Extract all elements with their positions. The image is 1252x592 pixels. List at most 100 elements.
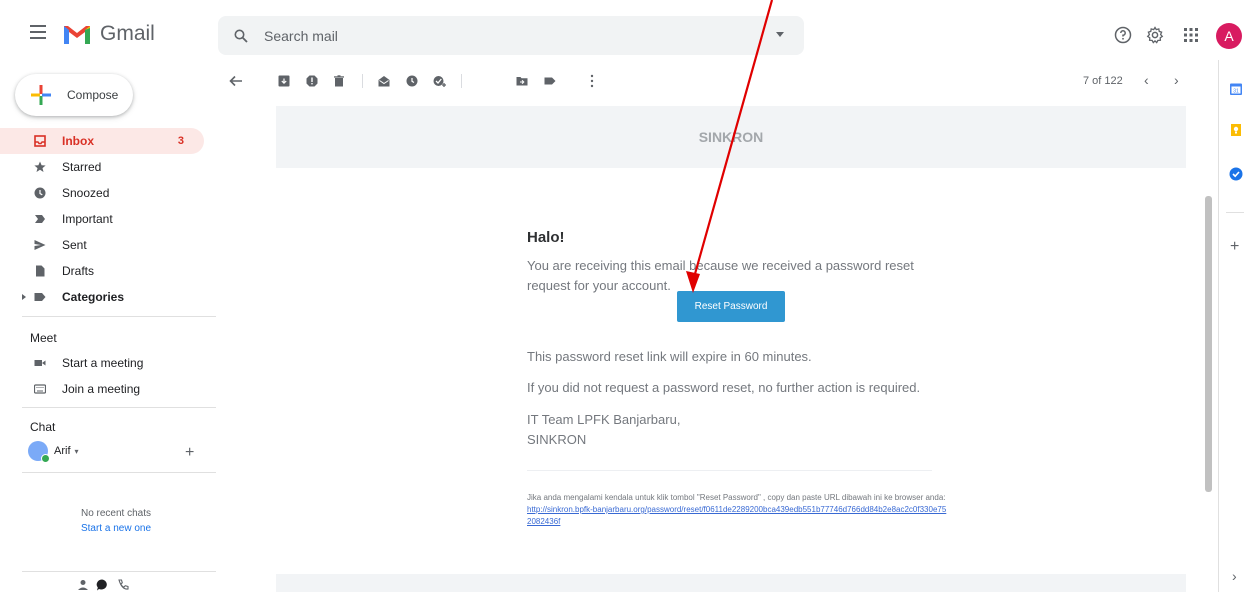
older-chevron-right-icon[interactable]: › (1174, 72, 1179, 88)
chat-user-avatar (28, 441, 50, 463)
email-greeting: Halo! (527, 229, 565, 246)
search-icon[interactable] (234, 29, 248, 43)
email-no-action-text: If you did not request a password reset,… (527, 380, 921, 395)
gmail-window: Gmail A Compose (0, 0, 1252, 592)
account-avatar[interactable]: A (1216, 23, 1242, 49)
chat-bubble-icon[interactable] (96, 579, 108, 591)
chat-section-title: Chat (30, 420, 56, 434)
archive-icon[interactable] (276, 73, 292, 89)
sidebar-item-label: Drafts (62, 264, 95, 278)
report-spam-icon[interactable] (304, 73, 320, 89)
sidebar-bottom-divider (22, 571, 216, 572)
no-recent-chats-text: No recent chats (80, 508, 152, 519)
sidebar-item-categories[interactable]: Categories (0, 284, 216, 310)
sidebar-nav: Inbox 3 Starred Snoozed Important Sent D… (0, 128, 216, 310)
email-expire-text: This password reset link will expire in … (527, 349, 812, 364)
send-icon (34, 240, 46, 250)
search-bar[interactable] (218, 16, 804, 55)
person-icon[interactable] (77, 579, 89, 591)
sidebar-divider (22, 407, 216, 408)
start-meeting-label: Start a meeting (62, 356, 144, 370)
more-options-icon[interactable] (584, 73, 600, 89)
app-name: Gmail (100, 22, 155, 45)
sidebar-item-starred[interactable]: Starred (0, 154, 216, 180)
clock-icon (34, 187, 46, 199)
compose-button[interactable]: Compose (15, 74, 133, 116)
sidebar-item-snoozed[interactable]: Snoozed (0, 180, 216, 206)
help-icon[interactable] (1114, 26, 1132, 44)
inbox-icon (34, 135, 46, 147)
settings-gear-icon[interactable] (1146, 26, 1164, 44)
get-addons-plus-icon[interactable]: + (1230, 238, 1239, 256)
keep-notes-icon[interactable] (1229, 123, 1243, 137)
apps-grid-icon[interactable] (1182, 26, 1200, 44)
star-icon (34, 161, 46, 172)
side-panel-separator (1226, 212, 1244, 213)
sidebar-divider (22, 472, 216, 473)
sidebar-item-label: Important (62, 212, 113, 226)
email-scrollbar-thumb[interactable] (1205, 196, 1212, 492)
sidebar-item-label: Starred (62, 160, 102, 174)
sidebar-item-label: Categories (62, 290, 125, 304)
calendar-icon[interactable]: 31 (1229, 82, 1243, 96)
toolbar-separator (362, 74, 363, 88)
side-panel (1218, 60, 1252, 592)
svg-text:31: 31 (1233, 89, 1239, 95)
main-menu-button[interactable] (30, 25, 46, 39)
move-to-folder-icon[interactable] (514, 73, 530, 89)
delete-trash-icon[interactable] (331, 73, 347, 89)
email-footer-banner (276, 574, 1186, 592)
start-meeting-item[interactable]: Start a meeting (0, 350, 216, 376)
newer-chevron-left-icon[interactable]: ‹ (1144, 72, 1149, 88)
sidebar-item-label: Sent (62, 238, 87, 252)
sidebar-divider (22, 316, 216, 317)
expand-caret-icon[interactable] (22, 294, 26, 300)
chat-user-name: Arif (54, 445, 71, 457)
email-separator (527, 470, 932, 471)
chevron-down-icon[interactable]: ▾ (75, 447, 79, 456)
sidebar-item-inbox[interactable]: Inbox 3 (0, 128, 204, 154)
video-camera-icon (34, 360, 46, 366)
reset-password-button[interactable]: Reset Password (677, 291, 785, 322)
draft-icon (36, 265, 45, 277)
sidebar-item-label: Snoozed (62, 186, 110, 200)
expand-side-panel-icon[interactable]: › (1232, 568, 1237, 584)
tasks-icon[interactable] (1229, 167, 1243, 181)
back-arrow-icon[interactable] (228, 73, 244, 89)
start-new-chat-link[interactable]: Start a new one (0, 523, 232, 534)
sidebar-item-sent[interactable]: Sent (0, 232, 216, 258)
sidebar-item-important[interactable]: Important (0, 206, 216, 232)
footnote-text: Jika anda mengalami kendala untuk klik t… (527, 493, 946, 502)
sidebar-item-label: Inbox (62, 134, 94, 148)
label-tag-icon[interactable] (542, 73, 558, 89)
email-message-body: SINKRON Halo! You are receiving this ema… (232, 100, 1202, 592)
join-meeting-label: Join a meeting (62, 382, 141, 396)
search-options-icon[interactable] (776, 32, 784, 37)
email-header-banner: SINKRON (276, 106, 1186, 168)
pagination-counter: 7 of 122 (1083, 75, 1123, 87)
chat-user-status[interactable]: Arif ▾ (28, 441, 79, 463)
join-meeting-item[interactable]: Join a meeting (0, 376, 216, 402)
gmail-m-icon (64, 26, 90, 44)
meet-section-title: Meet (30, 331, 57, 345)
gmail-logo[interactable]: Gmail (62, 22, 155, 46)
email-signature-line2: SINKRON (527, 432, 587, 447)
keyboard-icon (34, 384, 46, 394)
toolbar-separator (461, 74, 462, 88)
new-chat-plus-icon[interactable]: + (185, 444, 194, 462)
password-reset-url-link[interactable]: http://sinkron.bpfk-banjarbaru.org/passw… (527, 505, 946, 526)
email-brand-name: SINKRON (698, 129, 764, 145)
label-icon (34, 293, 46, 301)
unread-count-badge: 3 (177, 135, 184, 147)
phone-icon[interactable] (117, 579, 129, 591)
add-to-tasks-icon[interactable] (432, 73, 448, 89)
compose-label: Compose (67, 88, 119, 102)
snooze-clock-icon[interactable] (404, 73, 420, 89)
mark-unread-icon[interactable] (376, 73, 392, 89)
sidebar-item-drafts[interactable]: Drafts (0, 258, 216, 284)
compose-plus-icon (31, 85, 51, 105)
email-signature-line1: IT Team LPFK Banjarbaru, (527, 412, 681, 427)
search-input[interactable] (264, 27, 744, 44)
email-footnote: Jika anda mengalami kendala untuk klik t… (527, 492, 947, 528)
important-icon (35, 215, 45, 223)
